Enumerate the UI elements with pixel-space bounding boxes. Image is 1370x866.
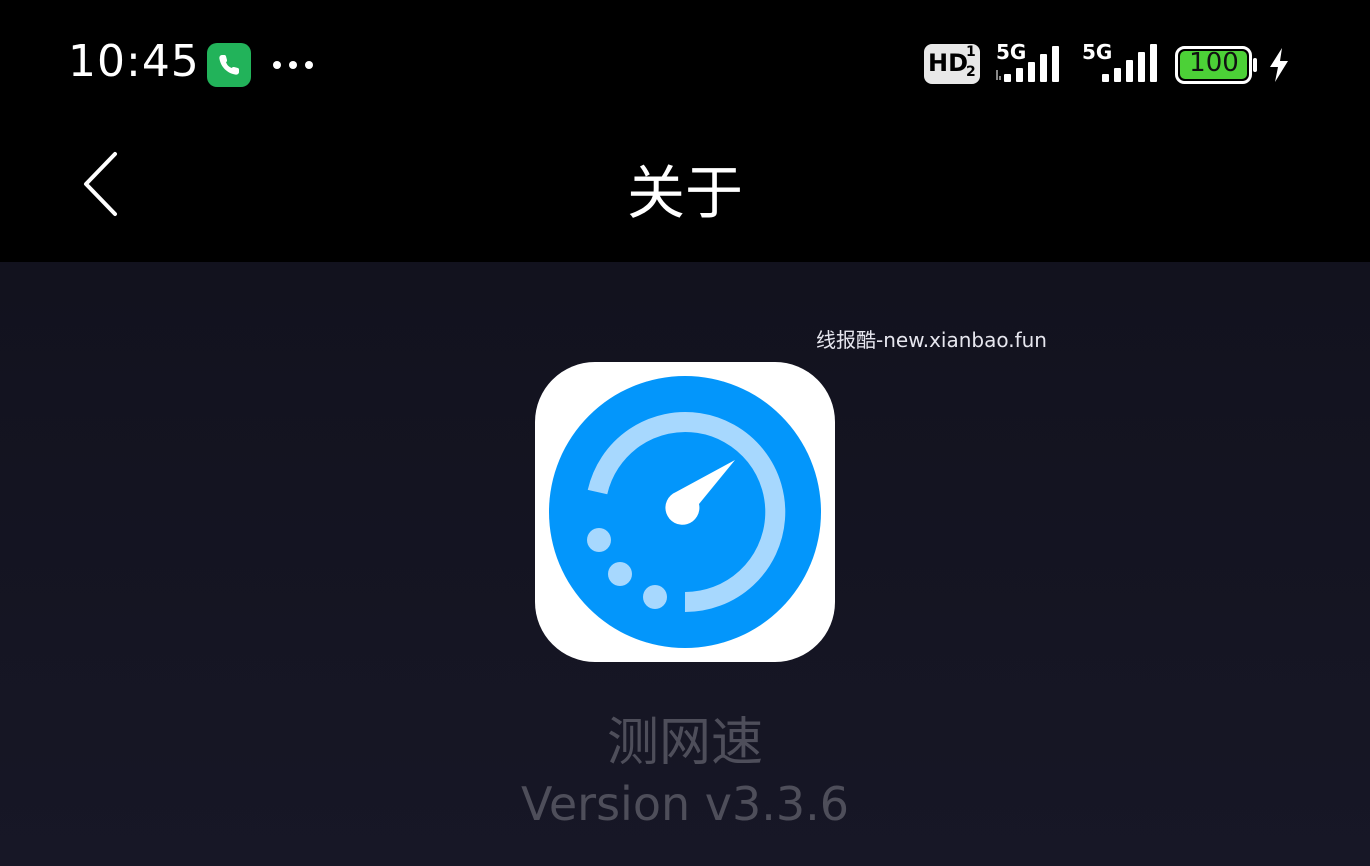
speedometer-icon [549, 376, 821, 648]
hd-sup: 1 [966, 44, 976, 60]
watermark-text: 线报酷-new.xianbao.fun [816, 328, 1047, 352]
charging-bolt-icon [1265, 46, 1293, 84]
hd-label: HD [928, 49, 969, 77]
battery-level: 100 [1189, 48, 1239, 78]
status-time: 10:45 [68, 36, 200, 87]
battery-icon: 100 [1175, 46, 1259, 84]
phone-call-icon[interactable] [207, 43, 251, 87]
page-title: 关于 [626, 159, 743, 227]
app-icon [535, 362, 835, 662]
hd-voice-icon: HD 1 2 [924, 44, 980, 84]
status-bar: 10:45 HD 1 2 5G 5G 100 [0, 0, 1370, 130]
more-dots-icon [272, 52, 316, 78]
about-content: 线报酷-new.xianbao.fun 测网速 Version v3.3.6 [0, 262, 1370, 866]
app-name: 测网速 [606, 713, 763, 773]
signal-icon: 5G [1080, 40, 1160, 86]
signal-icon: 5G [994, 40, 1074, 86]
navbar: 关于 [0, 130, 1370, 262]
hd-sub: 2 [966, 64, 976, 80]
app-version: Version v3.3.6 [520, 777, 850, 831]
